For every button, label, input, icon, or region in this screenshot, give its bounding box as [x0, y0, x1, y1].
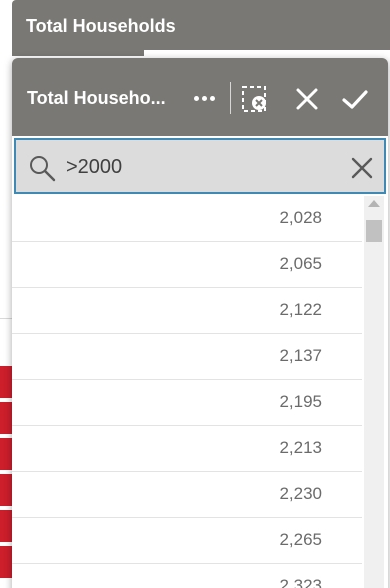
- more-icon-dot: [201, 95, 207, 101]
- more-options-button[interactable]: [188, 84, 220, 112]
- list-item-value: 2,122: [279, 300, 322, 319]
- list-scrollbar[interactable]: [364, 196, 384, 588]
- search-icon: [30, 156, 56, 182]
- excluded-cell: [0, 510, 12, 544]
- listbox-popover: Total Househo... >2000 2,028 2,065 2,122…: [12, 58, 388, 588]
- list-item[interactable]: 2,213: [12, 426, 362, 472]
- scroll-thumb[interactable]: [366, 220, 382, 242]
- cancel-icon: [296, 88, 318, 110]
- cancel-button[interactable]: [292, 84, 322, 114]
- search-box: [14, 138, 386, 194]
- confirm-icon: [342, 90, 368, 109]
- list-item-value: 2,265: [279, 530, 322, 549]
- list-item[interactable]: 2,028: [12, 196, 362, 242]
- excluded-cell: [0, 402, 12, 436]
- list-item[interactable]: 2,265: [12, 518, 362, 564]
- list-item-value: 2,213: [279, 438, 322, 457]
- more-icon-dot: [193, 95, 199, 101]
- list-item-value: 2,028: [279, 208, 322, 227]
- value-list: 2,028 2,065 2,122 2,137 2,195 2,213 2,23…: [12, 196, 362, 588]
- header-divider: [230, 82, 231, 114]
- list-item-value: 2,230: [279, 484, 322, 503]
- list-item[interactable]: 2,137: [12, 334, 362, 380]
- list-item-value: 2,323: [279, 576, 322, 588]
- excluded-cell: [0, 438, 12, 472]
- confirm-button[interactable]: [340, 84, 370, 114]
- list-item[interactable]: 2,230: [12, 472, 362, 518]
- scroll-up-arrow-icon[interactable]: [368, 200, 380, 207]
- list-item-value: 2,195: [279, 392, 322, 411]
- list-item-value: 2,137: [279, 346, 322, 365]
- clear-selections-button[interactable]: [240, 84, 270, 114]
- list-item[interactable]: 2,122: [12, 288, 362, 334]
- excluded-cell: [0, 474, 12, 508]
- list-item[interactable]: 2,323: [12, 564, 362, 588]
- excluded-cell: [0, 546, 12, 580]
- list-item-value: 2,065: [279, 254, 322, 273]
- background-divider: [0, 318, 12, 319]
- clear-selections-icon: [242, 86, 266, 112]
- excluded-cell: [0, 366, 12, 400]
- app-stage: Total Households Total Househo... >2000 …: [0, 0, 390, 588]
- list-item[interactable]: 2,065: [12, 242, 362, 288]
- popover-title: Total Househo...: [27, 88, 166, 108]
- search-input[interactable]: [66, 150, 336, 184]
- background-field-title: Total Households: [26, 16, 176, 36]
- background-strip-segment: [12, 50, 144, 56]
- clear-search-icon[interactable]: [348, 154, 376, 182]
- list-item[interactable]: 2,195: [12, 380, 362, 426]
- more-icon-dot: [209, 95, 215, 101]
- popover-header: Total Househo...: [12, 58, 388, 136]
